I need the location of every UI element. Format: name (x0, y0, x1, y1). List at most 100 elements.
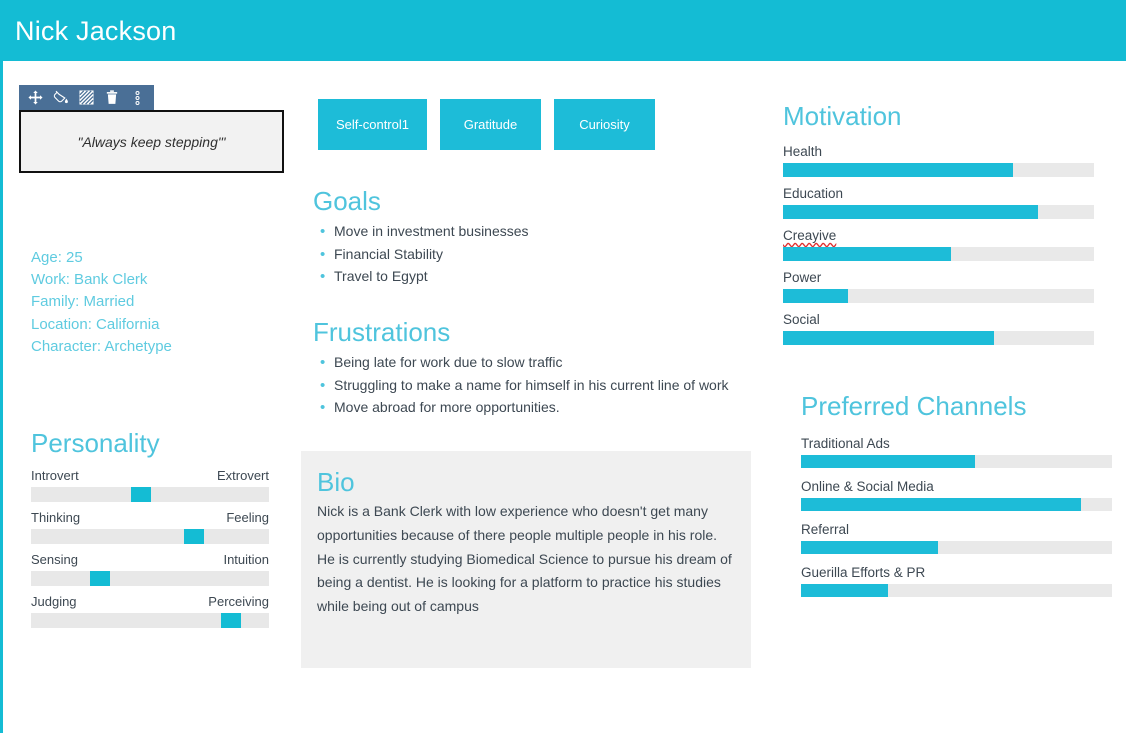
slider-judging-perceiving[interactable]: Judging Perceiving (31, 593, 269, 628)
goal-item: Move in investment businesses (320, 221, 743, 243)
tag-curiosity[interactable]: Curiosity (553, 99, 655, 150)
personality-section: Personality Introvert Extrovert Thinking Fe… (31, 428, 269, 635)
motivation-bar-label: Health (783, 144, 823, 159)
channel-bar-row-online-social-media: Online & Social Media (801, 477, 1112, 511)
motivation-bar-fill (783, 247, 951, 261)
channel-bar-label: Referral (801, 522, 850, 537)
quote-box[interactable]: "Always keep stepping"' (19, 110, 284, 173)
motivation-bar-label: Social (783, 312, 820, 327)
slider-track[interactable] (31, 571, 269, 586)
slider-label-left: Judging (31, 594, 77, 609)
motivation-bar-fill (783, 205, 1039, 219)
frustrations-list: Being late for work due to slow trafficS… (313, 352, 743, 419)
trait-tags: Self-control1 Gratitude Curiosity (318, 99, 655, 150)
slider-thinking-feeling[interactable]: Thinking Feeling (31, 509, 269, 544)
quote-text: "Always keep stepping"' (77, 133, 226, 150)
goals-list: Move in investment businessesFinancial S… (313, 221, 743, 288)
bio-text: Nick is a Bank Clerk with low experience… (317, 503, 732, 615)
channel-bar-row-traditional-ads: Traditional Ads (801, 434, 1112, 468)
persona-canvas: Nick Jackson "Always keep stepping"' Age… (0, 0, 1126, 733)
trash-icon[interactable] (100, 86, 125, 109)
bio-panel[interactable]: Bio Nick is a Bank Clerk with low experi… (301, 451, 751, 668)
slider-thumb[interactable] (90, 571, 110, 586)
demo-work: Work: Bank Clerk (31, 271, 148, 289)
page-title: Nick Jackson (15, 16, 177, 46)
motivation-bar-label: Education (783, 186, 844, 201)
motivation-bar-row-power: Power (783, 268, 1094, 303)
tag-gratitude[interactable]: Gratitude (439, 99, 541, 150)
frustrations-section: Frustrations Being late for work due to … (313, 317, 743, 420)
channel-bar-fill (801, 541, 938, 554)
channel-bar-track[interactable] (801, 498, 1112, 511)
slider-introvert-extrovert[interactable]: Introvert Extrovert (31, 467, 269, 502)
motivation-title: Motivation (783, 101, 902, 131)
motivation-bar-track[interactable] (783, 247, 1094, 261)
motivation-bar-row-education: Education (783, 184, 1094, 219)
preferred-channels-title: Preferred Channels (801, 391, 1027, 421)
motivation-bar-row-health: Health (783, 142, 1094, 177)
slider-labels: Sensing Intuition (31, 551, 269, 569)
frustration-item: Move abroad for more opportunities. (320, 397, 743, 419)
goal-item: Financial Stability (320, 244, 743, 266)
slider-track[interactable] (31, 487, 269, 502)
pattern-fill-icon[interactable] (74, 86, 99, 109)
tag-self-control[interactable]: Self-control1 (318, 99, 427, 150)
slider-track[interactable] (31, 613, 269, 628)
demo-family: Family: Married (31, 293, 135, 311)
motivation-bar-label: Power (783, 270, 822, 285)
preferred-channels-section: Preferred Channels Traditional Ads Online… (801, 391, 1112, 606)
motivation-bar-fill (783, 289, 849, 303)
demo-character: Character: Archetype (31, 337, 172, 355)
channel-bar-fill (801, 498, 1081, 511)
slider-label-right: Feeling (226, 510, 269, 525)
slider-thumb[interactable] (131, 487, 151, 502)
motivation-bar-row-social: Social (783, 310, 1094, 345)
motivation-bar-track[interactable] (783, 205, 1094, 219)
left-accent-rail (0, 61, 3, 733)
slider-label-right: Intuition (223, 552, 269, 567)
motivation-bar-track[interactable] (783, 289, 1094, 303)
channel-bar-label: Guerilla Efforts & PR (801, 565, 926, 580)
bio-title: Bio (317, 467, 355, 497)
frustration-item: Struggling to make a name for himself in… (320, 375, 743, 397)
preferred-channels-bar-list: Traditional Ads Online & Social Media Refe… (801, 434, 1112, 597)
goals-title: Goals (313, 186, 381, 216)
slider-labels: Judging Perceiving (31, 593, 269, 611)
channel-bar-label: Online & Social Media (801, 479, 934, 494)
channel-bar-row-guerilla-efforts-pr: Guerilla Efforts & PR (801, 563, 1112, 597)
motivation-section: Motivation Health Education Creayive Power S… (783, 101, 1094, 352)
slider-label-left: Thinking (31, 510, 81, 525)
slider-thumb[interactable] (184, 529, 204, 544)
slider-sensing-intuition[interactable]: Sensing Intuition (31, 551, 269, 586)
motivation-bar-fill (783, 163, 1014, 177)
motivation-bar-row-creayive: Creayive (783, 226, 1094, 261)
frustrations-title: Frustrations (313, 317, 451, 347)
slider-label-left: Sensing (31, 552, 78, 567)
motivation-bar-list: Health Education Creayive Power Social (783, 142, 1094, 345)
widget-toolbar[interactable] (19, 85, 154, 110)
slider-label-right: Extrovert (216, 468, 269, 483)
quote-widget[interactable]: "Always keep stepping"' (19, 85, 284, 173)
motivation-bar-fill (783, 331, 995, 345)
channel-bar-track[interactable] (801, 455, 1112, 468)
paint-bucket-icon[interactable] (49, 86, 74, 109)
slider-labels: Introvert Extrovert (31, 467, 269, 485)
goal-item: Travel to Egypt (320, 266, 743, 288)
channel-bar-fill (801, 455, 976, 468)
motivation-bar-track[interactable] (783, 331, 1094, 345)
move-icon[interactable] (23, 86, 48, 109)
channel-bar-label: Traditional Ads (801, 436, 890, 451)
more-options-icon[interactable] (125, 86, 150, 109)
app-header: Nick Jackson (0, 0, 1126, 61)
motivation-bar-track[interactable] (783, 163, 1094, 177)
channel-bar-track[interactable] (801, 541, 1112, 554)
channel-bar-track[interactable] (801, 584, 1112, 597)
motivation-bar-label: Creayive (783, 228, 837, 243)
slider-label-right: Perceiving (208, 594, 269, 609)
slider-thumb[interactable] (221, 613, 241, 628)
goals-section: Goals Move in investment businessesFinan… (313, 186, 743, 289)
slider-track[interactable] (31, 529, 269, 544)
channel-bar-row-referral: Referral (801, 520, 1112, 554)
demo-age: Age: 25 (31, 249, 83, 266)
personality-slider-list: Introvert Extrovert Thinking Feeling Sensing… (31, 467, 269, 628)
